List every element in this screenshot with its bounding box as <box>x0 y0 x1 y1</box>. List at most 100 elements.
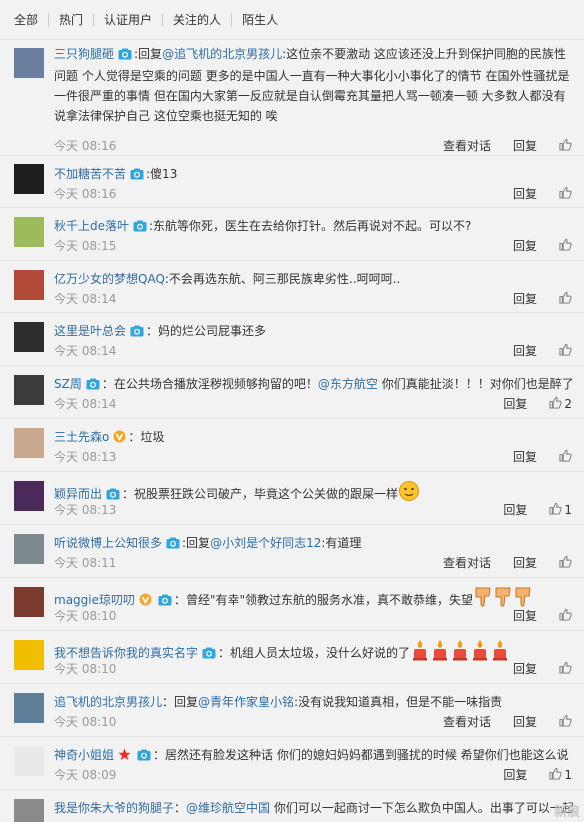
comment-item: 不加糖苦不苦:傻13 今天 08:16 回复 <box>0 156 584 208</box>
like-button[interactable] <box>559 714 572 730</box>
comment-item: 亿万少女的梦想QAQ:不会再选东航、阿三那民族卑劣性..呵呵呵.. 今天 08:1… <box>0 261 584 313</box>
username-link[interactable]: 亿万少女的梦想QAQ <box>54 272 165 286</box>
view-dialog-link[interactable]: 查看对话 <box>443 554 491 571</box>
like-button[interactable] <box>559 555 572 571</box>
username-link[interactable]: 我不想告诉你我的真实名字 <box>54 646 198 660</box>
username-link[interactable]: SZ周 <box>54 377 82 391</box>
emoji-candle-icon <box>410 639 430 667</box>
username-link[interactable]: 三只狗腿砸 <box>54 47 114 61</box>
comment-text: SZ周 ：在公共场合播放淫秽视频够拘留的吧！@东方航空 你们真能扯淡！！！对你们也… <box>54 374 574 396</box>
comment-content: 你们真能扯淡！！！对你们也是醉了 <box>377 377 574 391</box>
comment-actions: 回复 1 <box>481 766 572 783</box>
like-button[interactable] <box>559 238 572 254</box>
username-link[interactable]: 颖异而出 <box>54 487 102 501</box>
comment-text: 三只狗腿砸:回复@追飞机的北京男孩儿:这位亲不要激动 这应该还没上升到保护同胞的… <box>54 44 574 126</box>
comment-text: 亿万少女的梦想QAQ:不会再选东航、阿三那民族卑劣性..呵呵呵.. <box>54 269 574 289</box>
username-link[interactable]: maggie琼叨叨 <box>54 593 135 607</box>
reply-link[interactable]: 回复 <box>513 660 537 677</box>
avatar[interactable] <box>14 640 44 670</box>
mention-link[interactable]: @维珍航空中国 <box>186 801 270 815</box>
thumbs-up-icon <box>559 343 572 359</box>
reply-link[interactable]: 回复 <box>513 342 537 359</box>
camera-icon <box>118 46 132 66</box>
tab-0[interactable]: 全部 <box>14 13 48 27</box>
avatar[interactable] <box>14 534 44 564</box>
avatar[interactable] <box>14 217 44 247</box>
reply-link[interactable]: 回复 <box>503 501 527 518</box>
reply-link[interactable]: 回复 <box>513 237 537 254</box>
like-button[interactable] <box>559 608 572 624</box>
like-button[interactable]: 2 <box>549 396 572 412</box>
mention-link[interactable]: @追飞机的北京男孩儿 <box>162 47 282 61</box>
reply-link[interactable]: 回复 <box>513 554 537 571</box>
comment-content: ：回复 <box>162 695 199 709</box>
vip-icon <box>139 592 152 612</box>
like-button[interactable] <box>559 291 572 307</box>
reply-link[interactable]: 回复 <box>503 395 527 412</box>
avatar[interactable] <box>14 587 44 617</box>
thumbs-up-icon <box>559 449 572 465</box>
reply-link[interactable]: 回复 <box>513 607 537 624</box>
like-button[interactable] <box>559 343 572 359</box>
comment-content: ：机组人员太垃圾，没什么好说的了 <box>218 646 411 660</box>
avatar[interactable] <box>14 164 44 194</box>
camera-icon <box>202 645 216 665</box>
comment-actions: 回复 <box>491 342 572 359</box>
tab-1[interactable]: 热门 <box>48 12 93 27</box>
avatar[interactable] <box>14 375 44 405</box>
view-dialog-link[interactable]: 查看对话 <box>443 137 491 154</box>
mention-link[interactable]: @东方航空 <box>318 377 378 391</box>
tab-4[interactable]: 陌生人 <box>231 12 288 27</box>
username-link[interactable]: 这里是叶总会 <box>54 324 126 338</box>
reply-link[interactable]: 回复 <box>513 137 537 154</box>
comment-actions: 回复 <box>491 237 572 254</box>
avatar[interactable] <box>14 481 44 511</box>
comment-content: ：在公共场合播放淫秽视频够拘留的吧！ <box>101 377 318 391</box>
comment-body: 我是你朱大爷的狗腿子：@维珍航空中国 你们可以一起商讨一下怎么欺负中国人。出事了… <box>54 798 574 818</box>
avatar[interactable] <box>14 693 44 723</box>
like-button[interactable] <box>559 186 572 202</box>
like-button[interactable] <box>559 449 572 465</box>
comment-body: 这里是叶总会 ：妈的烂公司屁事还多 <box>54 321 574 343</box>
like-button[interactable]: 1 <box>549 502 572 518</box>
view-dialog-link[interactable]: 查看对话 <box>443 713 491 730</box>
reply-link[interactable]: 回复 <box>503 766 527 783</box>
comment-body: 不加糖苦不苦:傻13 <box>54 164 574 186</box>
mention-link[interactable]: @小刘是个好同志12 <box>210 536 321 550</box>
tab-2[interactable]: 认证用户 <box>93 12 162 27</box>
username-link[interactable]: 不加糖苦不苦 <box>54 167 126 181</box>
avatar[interactable] <box>14 48 44 78</box>
reply-link[interactable]: 回复 <box>513 713 537 730</box>
thumbs-up-icon <box>559 238 572 254</box>
avatar[interactable] <box>14 322 44 352</box>
camera-icon <box>130 166 144 186</box>
username-link[interactable]: 神奇小姐姐 <box>54 748 114 762</box>
reply-link[interactable]: 回复 <box>513 290 537 307</box>
comment-content: :回复 <box>134 47 163 61</box>
like-button[interactable] <box>559 661 572 677</box>
comment-item: 听说微博上公知很多:回复@小刘是个好同志12:有道理 今天 08:11 查看对话 回复 <box>0 525 584 578</box>
avatar[interactable] <box>14 428 44 458</box>
avatar[interactable] <box>14 270 44 300</box>
comment-content: ：居然还有脸发这种话 你们的媳妇妈妈都遇到骚扰的时候 希望你们也能这么说 <box>153 748 569 762</box>
like-button[interactable] <box>559 138 572 154</box>
comment-text: 这里是叶总会 ：妈的烂公司屁事还多 <box>54 321 574 343</box>
reply-link[interactable]: 回复 <box>513 448 537 465</box>
thumbs-up-icon <box>559 661 572 677</box>
mention-link[interactable]: @青年作家皇小铭 <box>198 695 294 709</box>
comment-body: 亿万少女的梦想QAQ:不会再选东航、阿三那民族卑劣性..呵呵呵.. <box>54 269 574 289</box>
reply-link[interactable]: 回复 <box>513 185 537 202</box>
avatar[interactable] <box>14 799 44 822</box>
username-link[interactable]: 听说微博上公知很多 <box>54 536 162 550</box>
comment-text: 神奇小姐姐 ：居然还有脸发这种话 你们的媳妇妈妈都遇到骚扰的时候 希望你们也能这么… <box>54 745 574 767</box>
avatar[interactable] <box>14 746 44 776</box>
username-link[interactable]: 我是你朱大爷的狗腿子 <box>54 801 174 815</box>
comment-item: 颖异而出 ：祝股票狂跌公司破产，毕竟这个公关做的跟屎一样 今天 08:13 回复 1 <box>0 472 584 525</box>
tab-3[interactable]: 关注的人 <box>162 12 231 27</box>
comment-item: maggie琼叨叨 ：曾经"有幸"领教过东航的服务水准，真不敢恭维，失望 今天 08… <box>0 578 584 631</box>
username-link[interactable]: 三土先森o <box>54 430 109 444</box>
like-button[interactable]: 1 <box>549 767 572 783</box>
timestamp: 今天 08:16 <box>54 187 117 201</box>
username-link[interactable]: 追飞机的北京男孩儿 <box>54 695 162 709</box>
username-link[interactable]: 秋千上de落叶 <box>54 219 129 233</box>
